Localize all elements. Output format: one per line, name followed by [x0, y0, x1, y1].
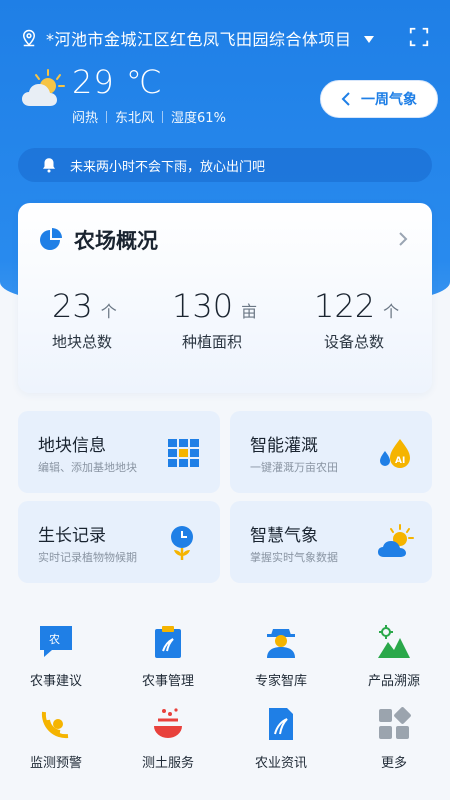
grid-item-product-traceability[interactable]: 产品溯源	[338, 624, 450, 689]
card-subtitle: 实时记录植物物候期	[38, 551, 137, 564]
svg-text:AI: AI	[395, 456, 405, 466]
card-title: 生长记录	[38, 526, 106, 546]
stat-plots: 23 个 地块总数	[52, 287, 117, 352]
grid-item-farming-advice[interactable]: 农 农事建议	[0, 624, 112, 689]
stat-value: 122	[314, 287, 376, 325]
grid-label: 农业资讯	[254, 756, 307, 771]
week-forecast-button[interactable]: 一周气象	[320, 80, 438, 118]
card-subtitle: 编辑、添加基地地块	[38, 461, 137, 474]
chevron-right-icon[interactable]	[398, 231, 408, 247]
temperature: 29 ℃	[72, 63, 163, 101]
chevron-down-icon[interactable]	[363, 35, 374, 43]
soil-test-icon	[154, 708, 182, 738]
farming-advice-icon: 农	[40, 626, 72, 657]
card-title: 智慧气象	[250, 526, 318, 546]
clipboard-icon	[155, 626, 181, 658]
card-subtitle: 一键灌溉万亩农田	[250, 461, 338, 474]
grid-item-farming-management[interactable]: 农事管理	[112, 624, 224, 689]
stat-label: 地块总数	[52, 333, 113, 351]
grid-label: 农事建议	[29, 674, 82, 689]
stat-unit: 亩	[241, 302, 258, 321]
grid-item-soil-testing[interactable]: 测土服务	[112, 706, 224, 771]
card-subtitle: 掌握实时气象数据	[250, 551, 338, 564]
current-weather: 29 ℃ 闷热 东北风 湿度61%	[20, 63, 320, 126]
radar-icon	[41, 711, 69, 739]
advice-badge-text: 农	[49, 632, 60, 646]
overview-title: 农场概况	[74, 229, 158, 253]
divider	[162, 110, 164, 123]
fullscreen-icon[interactable]	[408, 26, 430, 48]
grid-label: 监测预警	[29, 756, 82, 771]
weather-details: 闷热 东北风 湿度61%	[72, 107, 226, 126]
card-title: 智能灌溉	[250, 436, 318, 456]
bell-icon	[43, 158, 55, 173]
grid-label: 农事管理	[141, 674, 194, 689]
stat-devices: 122 个 设备总数	[314, 287, 399, 352]
week-forecast-label: 一周气象	[361, 92, 417, 108]
humidity: 湿度61%	[171, 111, 226, 126]
grid-item-agri-news[interactable]: 农业资讯	[225, 706, 337, 771]
location-name[interactable]: *河池市金城江区红色凤飞田园综合体项目	[46, 26, 352, 50]
plant-mountain-icon	[378, 625, 410, 658]
water-drops-ai-icon: AI	[380, 439, 410, 468]
location-pin-icon	[22, 29, 36, 47]
grid-blocks-icon	[168, 439, 199, 467]
grid-label: 测土服务	[141, 756, 194, 771]
pie-chart-icon	[40, 228, 62, 250]
card-title: 地块信息	[38, 436, 106, 456]
grid-label: 更多	[380, 756, 407, 771]
stat-area: 130 亩 种植面积	[172, 287, 257, 352]
wind-direction: 东北风	[115, 111, 155, 126]
farm-overview-card[interactable]: 农场概况 23 个 地块总数 130 亩 种植面积 122 个 设备总数	[18, 203, 432, 393]
more-apps-icon	[379, 707, 411, 739]
rain-notice: 未来两小时不会下雨，放心出门吧	[18, 148, 432, 182]
smart-irrigation-card[interactable]: 智能灌溉 一键灌溉万亩农田 AI	[230, 411, 432, 493]
divider	[106, 110, 108, 123]
chevron-left-icon	[341, 92, 350, 106]
stat-unit: 个	[383, 302, 400, 321]
grid-label: 专家智库	[254, 674, 307, 689]
plant-clock-icon	[171, 526, 193, 560]
overview-header: 农场概况	[38, 225, 158, 255]
stat-label: 种植面积	[182, 333, 243, 351]
plot-info-card[interactable]: 地块信息 编辑、添加基地地块	[18, 411, 220, 493]
grid-label: 产品溯源	[367, 674, 420, 689]
stat-value: 23	[52, 287, 93, 325]
weather-condition: 闷热	[72, 111, 99, 126]
location-bar[interactable]: *河池市金城江区红色凤飞田园综合体项目	[20, 22, 430, 54]
expert-icon	[267, 629, 295, 658]
growth-record-card[interactable]: 生长记录 实时记录植物物候期	[18, 501, 220, 583]
stat-value: 130	[172, 287, 234, 325]
stat-unit: 个	[100, 302, 117, 321]
notice-text: 未来两小时不会下雨，放心出门吧	[70, 159, 266, 175]
grid-item-monitoring-alert[interactable]: 监测预警	[0, 706, 112, 771]
stat-label: 设备总数	[324, 333, 385, 351]
grid-item-expert-library[interactable]: 专家智库	[225, 624, 337, 689]
sun-cloud-icon	[22, 69, 65, 106]
sun-cloud-icon	[378, 524, 414, 557]
grid-item-more[interactable]: 更多	[338, 706, 450, 771]
smart-weather-card[interactable]: 智慧气象 掌握实时气象数据	[230, 501, 432, 583]
news-document-icon	[269, 708, 293, 740]
